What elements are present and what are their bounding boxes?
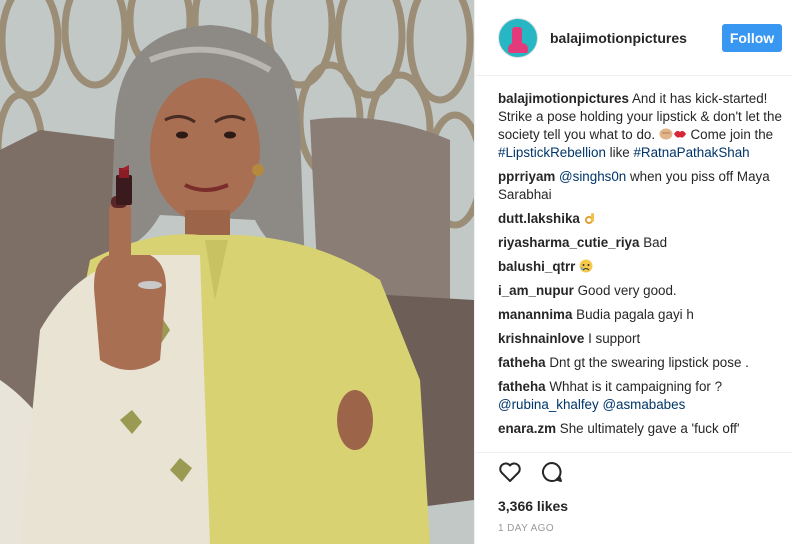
profile-avatar[interactable]: [498, 17, 538, 58]
hashtag-ratnapathakshah[interactable]: #RatnaPathakShah: [633, 145, 749, 160]
list-item: manannima Budia pagala gayi h: [498, 306, 782, 324]
hashtag-lipstickrebellion[interactable]: #LipstickRebellion: [498, 145, 606, 160]
comment-username[interactable]: fatheha: [498, 355, 546, 370]
list-item: enara.zm She ultimately gave a 'fuck off…: [498, 420, 782, 438]
comment-username[interactable]: dutt.lakshika: [498, 211, 580, 226]
comment-text: Bad: [643, 235, 668, 250]
speech-bubble-icon[interactable]: [540, 460, 564, 484]
list-item: krishnainlove I support: [498, 330, 782, 348]
caption: balajimotionpictures And it has kick-sta…: [498, 90, 782, 162]
lipstick-kiss-icon: [673, 127, 687, 142]
list-item: fatheha Whhat is it campaigning for ? @r…: [498, 378, 782, 414]
comment-list: balajimotionpictures And it has kick-sta…: [498, 90, 782, 456]
divider: [475, 452, 792, 453]
comment-text: I support: [588, 331, 641, 346]
comment-username[interactable]: krishnainlove: [498, 331, 584, 346]
list-item: pprriyam @singhs0n when you piss off May…: [498, 168, 782, 204]
list-item: fatheha Dnt gt the swearing lipstick pos…: [498, 354, 782, 372]
fist-emoji-icon: [659, 127, 673, 142]
photo-illustration: [0, 0, 474, 544]
comment-username[interactable]: balushi_qtrr: [498, 259, 575, 274]
action-bar: [498, 460, 564, 484]
comment-username[interactable]: riyasharma_cutie_riya: [498, 235, 639, 250]
post-date: 1 day ago: [498, 523, 555, 534]
header-username[interactable]: balajimotionpictures: [550, 30, 722, 46]
comment-text: She ultimately gave a 'fuck off': [559, 421, 740, 436]
comment-text: Whhat is it campaigning for ?: [549, 379, 723, 394]
comment-mention[interactable]: @singhs0n: [559, 169, 626, 184]
post-photo: [0, 0, 474, 544]
list-item: balushi_qtrr: [498, 258, 782, 276]
like-count[interactable]: 3,366 likes: [498, 498, 568, 514]
comment-mention[interactable]: @rubina_khalfey: [498, 397, 599, 412]
comment-username[interactable]: i_am_nupur: [498, 283, 574, 298]
post-header: balajimotionpictures Follow: [475, 0, 792, 76]
comment-username[interactable]: fatheha: [498, 379, 546, 394]
list-item: dutt.lakshika: [498, 210, 782, 228]
caption-text-3: like: [605, 145, 634, 160]
comment-text: Dnt gt the swearing lipstick pose .: [549, 355, 749, 370]
comment-username[interactable]: manannima: [498, 307, 572, 322]
instagram-post: balajimotionpictures Follow balajimotion…: [0, 0, 792, 544]
comment-text: Good very good.: [577, 283, 677, 298]
post-sidebar: balajimotionpictures Follow balajimotion…: [474, 0, 792, 544]
comment-text: Budia pagala gayi h: [576, 307, 694, 322]
crying-face-emoji-icon: [579, 259, 593, 274]
comment-username[interactable]: enara.zm: [498, 421, 556, 436]
list-item: i_am_nupur Good very good.: [498, 282, 782, 300]
caption-username[interactable]: balajimotionpictures: [498, 91, 629, 106]
heart-icon[interactable]: [498, 460, 522, 484]
ok-hand-emoji-icon: [584, 211, 598, 226]
comment-username[interactable]: pprriyam: [498, 169, 555, 184]
list-item: riyasharma_cutie_riya Bad: [498, 234, 782, 252]
follow-button[interactable]: Follow: [722, 23, 782, 52]
caption-text-2: Come join the: [686, 127, 774, 142]
comment-mention[interactable]: @asmababes: [602, 397, 685, 412]
